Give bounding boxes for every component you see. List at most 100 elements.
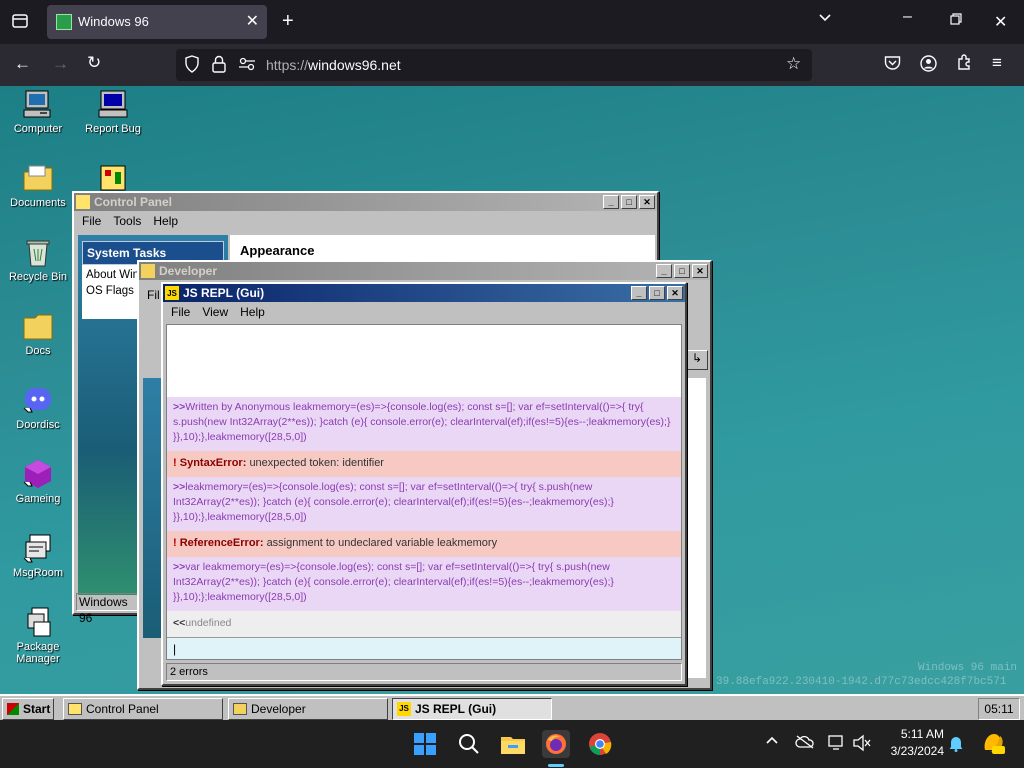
control-panel-icon <box>97 162 129 194</box>
js-repl-window[interactable]: JS JS REPL (Gui) _ □ ✕ File View Help >>… <box>161 282 687 686</box>
hamburger-menu-icon[interactable]: ≡ <box>992 53 1002 73</box>
menu-help[interactable]: Help <box>234 305 271 319</box>
menu-help[interactable]: Help <box>147 214 184 228</box>
os-clock[interactable]: 5:11 AM 3/23/2024 <box>880 726 944 760</box>
desktop-icon-label: Recycle Bin <box>8 271 68 283</box>
bookmark-star-icon[interactable]: ☆ <box>786 54 801 74</box>
restore-icon[interactable] <box>949 12 963 31</box>
log-prefix: << <box>173 617 186 629</box>
window-title: Control Panel <box>94 195 173 209</box>
taskbar-item-control-panel[interactable]: Control Panel <box>63 698 223 720</box>
minimize-icon[interactable]: – <box>903 8 912 26</box>
taskbar-item-js-repl[interactable]: JS JS REPL (Gui) <box>392 698 552 720</box>
developer-side-panel <box>143 378 163 638</box>
developer-titlebar[interactable]: Developer _ □ ✕ <box>139 262 710 280</box>
js-task-icon: JS <box>397 702 411 716</box>
control-panel-titlebar[interactable]: Control Panel _ □ ✕ <box>74 193 657 211</box>
taskbar-item-label: Control Panel <box>86 702 159 716</box>
repl-console[interactable]: >>Written by Anonymous leakmemory=(es)=>… <box>166 324 682 660</box>
js-repl-menubar: File View Help <box>163 302 685 322</box>
taskbar-item-label: Developer <box>251 702 306 716</box>
menu-file[interactable]: File <box>165 305 196 319</box>
desktop-icon-documents[interactable]: Documents <box>1 162 75 209</box>
url-text[interactable]: https://windows96.net <box>266 57 401 73</box>
pocket-icon[interactable] <box>884 55 901 76</box>
url-bar[interactable]: https://windows96.net ☆ <box>176 49 812 81</box>
desktop-icon-computer[interactable]: Computer <box>1 88 75 135</box>
repl-status-bar: 2 errors <box>166 663 682 681</box>
start-button[interactable]: Start <box>2 698 54 720</box>
desktop-icon-package-manager[interactable]: Package Manager <box>1 606 75 665</box>
extensions-icon[interactable] <box>956 54 973 76</box>
package-manager-icon <box>22 606 54 638</box>
browser-tab-bar: Windows 96 ✕ + – ✕ <box>0 0 1024 44</box>
error-icon: ! <box>173 457 180 469</box>
close-tab-icon[interactable]: ✕ <box>246 11 259 31</box>
maximize-button[interactable]: □ <box>649 286 665 300</box>
os-date: 3/23/2024 <box>890 744 944 758</box>
menu-file[interactable]: File <box>76 214 107 228</box>
desktop-icon-label: Computer <box>13 123 63 135</box>
url-scheme: https:// <box>266 57 309 73</box>
desktop-icon-doordisc[interactable]: Doordisc <box>1 384 75 431</box>
minimize-button[interactable]: _ <box>656 264 672 278</box>
new-tab-icon[interactable]: + <box>282 10 294 33</box>
copilot-preview-icon[interactable] <box>980 730 1006 761</box>
browser-tab[interactable]: Windows 96 ✕ <box>47 5 267 39</box>
window-title: Developer <box>159 264 218 278</box>
notification-bell-icon[interactable] <box>948 734 964 757</box>
shield-icon[interactable] <box>184 55 200 77</box>
chevron-down-icon[interactable] <box>818 11 832 30</box>
menu-view[interactable]: View <box>196 305 234 319</box>
desktop-icon-docs[interactable]: Docs <box>1 310 75 357</box>
close-button[interactable]: ✕ <box>667 286 683 300</box>
desktop-icon-report-bug[interactable]: Report Bug <box>76 88 150 135</box>
show-hidden-icons-chevron-icon[interactable] <box>765 734 779 751</box>
error-name: SyntaxError: <box>179 457 247 469</box>
repl-input-field[interactable]: | <box>167 637 681 659</box>
maximize-button[interactable]: □ <box>621 195 637 209</box>
account-icon[interactable] <box>920 55 937 77</box>
minimize-button[interactable]: _ <box>631 286 647 300</box>
repl-log-input: >>var leakmemory=(es)=>{console.log(es);… <box>167 557 681 611</box>
menu-tools[interactable]: Tools <box>107 214 147 228</box>
desktop-icon-label: Doordisc <box>16 419 60 431</box>
windows96-favicon-icon <box>56 14 72 30</box>
windows-start-icon[interactable] <box>411 730 439 758</box>
log-prefix: >> <box>173 561 186 573</box>
back-icon[interactable]: ← <box>14 54 31 74</box>
recycle-bin-icon <box>22 236 54 268</box>
cloud-offline-icon[interactable] <box>795 734 815 755</box>
developer-menu-file[interactable]: Fil <box>147 288 160 302</box>
log-prefix: >> <box>173 481 186 493</box>
reload-icon[interactable]: ↻ <box>87 53 101 73</box>
permissions-icon[interactable] <box>238 56 256 77</box>
maximize-button[interactable]: □ <box>674 264 690 278</box>
network-icon[interactable] <box>827 734 847 757</box>
tab-list-icon[interactable] <box>11 12 29 35</box>
close-button[interactable]: ✕ <box>639 195 655 209</box>
control-panel-menubar: File Tools Help <box>74 211 657 231</box>
docs-folder-icon <box>22 310 54 342</box>
error-icon: ! <box>173 537 180 549</box>
close-window-icon[interactable]: ✕ <box>994 12 1007 32</box>
chrome-icon[interactable] <box>586 730 614 758</box>
taskbar-item-developer[interactable]: Developer <box>228 698 388 720</box>
firefox-icon[interactable] <box>542 730 570 758</box>
lock-icon[interactable] <box>212 55 226 78</box>
volume-muted-icon[interactable] <box>852 734 872 757</box>
desktop-icon-recycle-bin[interactable]: Recycle Bin <box>1 236 75 283</box>
go-arrow-button[interactable]: ↳ <box>686 350 708 370</box>
close-button[interactable]: ✕ <box>692 264 708 278</box>
desktop-icon-label: Docs <box>25 345 51 357</box>
search-icon[interactable] <box>455 730 483 758</box>
computer-icon <box>22 88 54 120</box>
js-repl-titlebar[interactable]: JS JS REPL (Gui) _ □ ✕ <box>163 284 685 302</box>
forward-icon[interactable]: → <box>52 54 69 74</box>
report-bug-icon <box>97 88 129 120</box>
minimize-button[interactable]: _ <box>603 195 619 209</box>
file-explorer-icon[interactable] <box>499 730 527 758</box>
desktop-icon-gameing[interactable]: Gameing <box>1 458 75 505</box>
desktop-icon-msgroom[interactable]: MsgRoom <box>1 532 75 579</box>
desktop-icon-label: MsgRoom <box>12 567 64 579</box>
